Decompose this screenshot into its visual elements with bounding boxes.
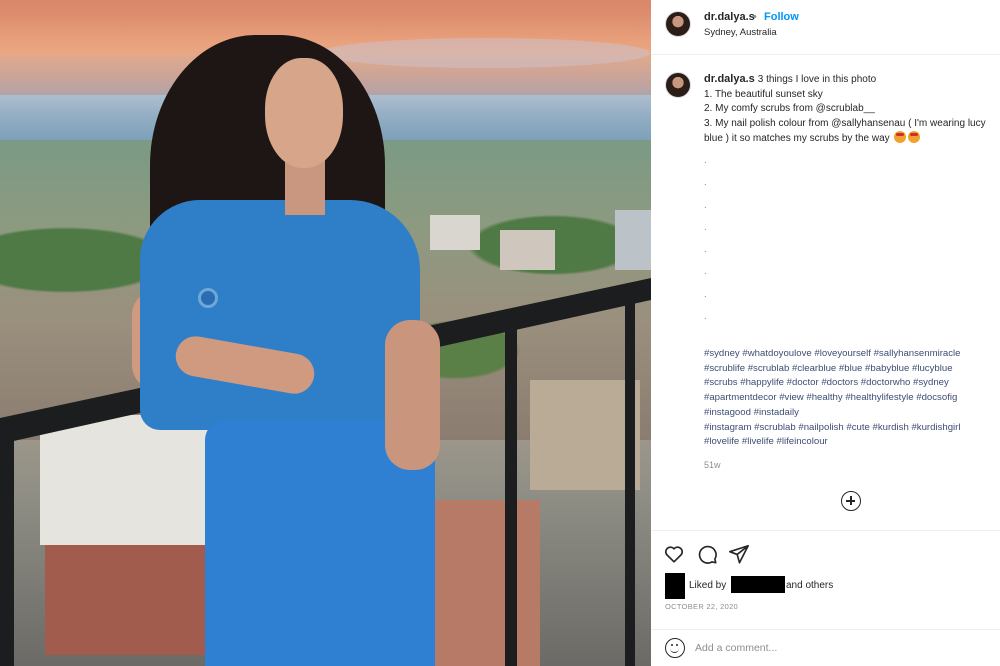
- stethoscope: [198, 288, 218, 308]
- sunset-cloud: [320, 38, 650, 68]
- liked-others-link[interactable]: and others: [786, 580, 833, 591]
- post-sidebar: dr.dalya.s • Follow Sydney, Australia dr…: [651, 0, 1000, 666]
- liked-by[interactable]: Liked by and others: [665, 573, 995, 599]
- comment-bar: [651, 629, 1000, 666]
- caption-line: 2. My comfy scrubs from @scrublab__: [704, 103, 875, 115]
- hashtag-line[interactable]: #sydney #whatdoyoulove #loveyourself #sa…: [704, 347, 1000, 362]
- heart-eyes-emoji-icon: [908, 131, 921, 144]
- hashtag-line[interactable]: #apartmentdecor #view #healthy #healthyl…: [704, 391, 1000, 406]
- hashtag-line[interactable]: #instagram #scrublab #nailpolish #cute #…: [704, 421, 1000, 436]
- load-more-comments-icon[interactable]: [841, 491, 861, 511]
- caption-line: 3 things I love in this photo: [757, 74, 877, 85]
- building: [615, 210, 651, 270]
- caption-dots: . . . . . . . .: [704, 155, 707, 323]
- redacted-username: [731, 576, 785, 593]
- redacted-avatar: [665, 573, 685, 599]
- comment-icon[interactable]: [696, 543, 718, 565]
- caption-username[interactable]: dr.dalya.s: [704, 73, 755, 85]
- post-actions: Liked by and others OCTOBER 22, 2020: [651, 530, 1000, 666]
- share-icon[interactable]: [728, 543, 750, 565]
- hashtag-line[interactable]: #scrublife #scrublab #clearblue #blue #b…: [704, 362, 1000, 377]
- post-date: OCTOBER 22, 2020: [665, 602, 739, 611]
- person-scrubs-top: [140, 200, 420, 430]
- caption-line: 3. My nail polish colour from @sallyhans…: [704, 117, 986, 129]
- post-header: dr.dalya.s • Follow Sydney, Australia: [651, 0, 1000, 55]
- building: [430, 215, 480, 250]
- caption-timestamp: 51w: [704, 460, 721, 470]
- building: [500, 230, 555, 270]
- comment-input[interactable]: [695, 639, 945, 657]
- separator-dot: •: [753, 11, 757, 23]
- author-username[interactable]: dr.dalya.s: [704, 11, 755, 23]
- avatar[interactable]: [665, 11, 691, 37]
- hashtag-line[interactable]: #lovelife #livelife #lifeincolour: [704, 435, 1000, 450]
- hashtag-block[interactable]: #sydney #whatdoyoulove #loveyourself #sa…: [704, 347, 1000, 450]
- post-photo[interactable]: [0, 0, 651, 666]
- caption-line: 1. The beautiful sunset sky: [704, 88, 823, 100]
- post-caption: dr.dalya.s 3 things I love in this photo …: [704, 72, 1000, 147]
- caption-avatar[interactable]: [665, 72, 691, 98]
- person-face: [265, 58, 343, 168]
- follow-button[interactable]: Follow: [764, 11, 799, 23]
- heart-eyes-emoji-icon: [894, 131, 907, 144]
- hashtag-line[interactable]: #scrubs #happylife #doctor #doctors #doc…: [704, 376, 1000, 391]
- person-arm: [385, 320, 440, 470]
- liked-by-label: Liked by: [689, 580, 727, 591]
- emoji-smile-icon[interactable]: [665, 638, 685, 658]
- heart-icon[interactable]: [663, 543, 685, 565]
- caption-line: blue ) it so matches my scrubs by the wa…: [704, 133, 890, 145]
- hashtag-line[interactable]: #instagood #instadaily: [704, 406, 1000, 421]
- post-location[interactable]: Sydney, Australia: [704, 27, 777, 38]
